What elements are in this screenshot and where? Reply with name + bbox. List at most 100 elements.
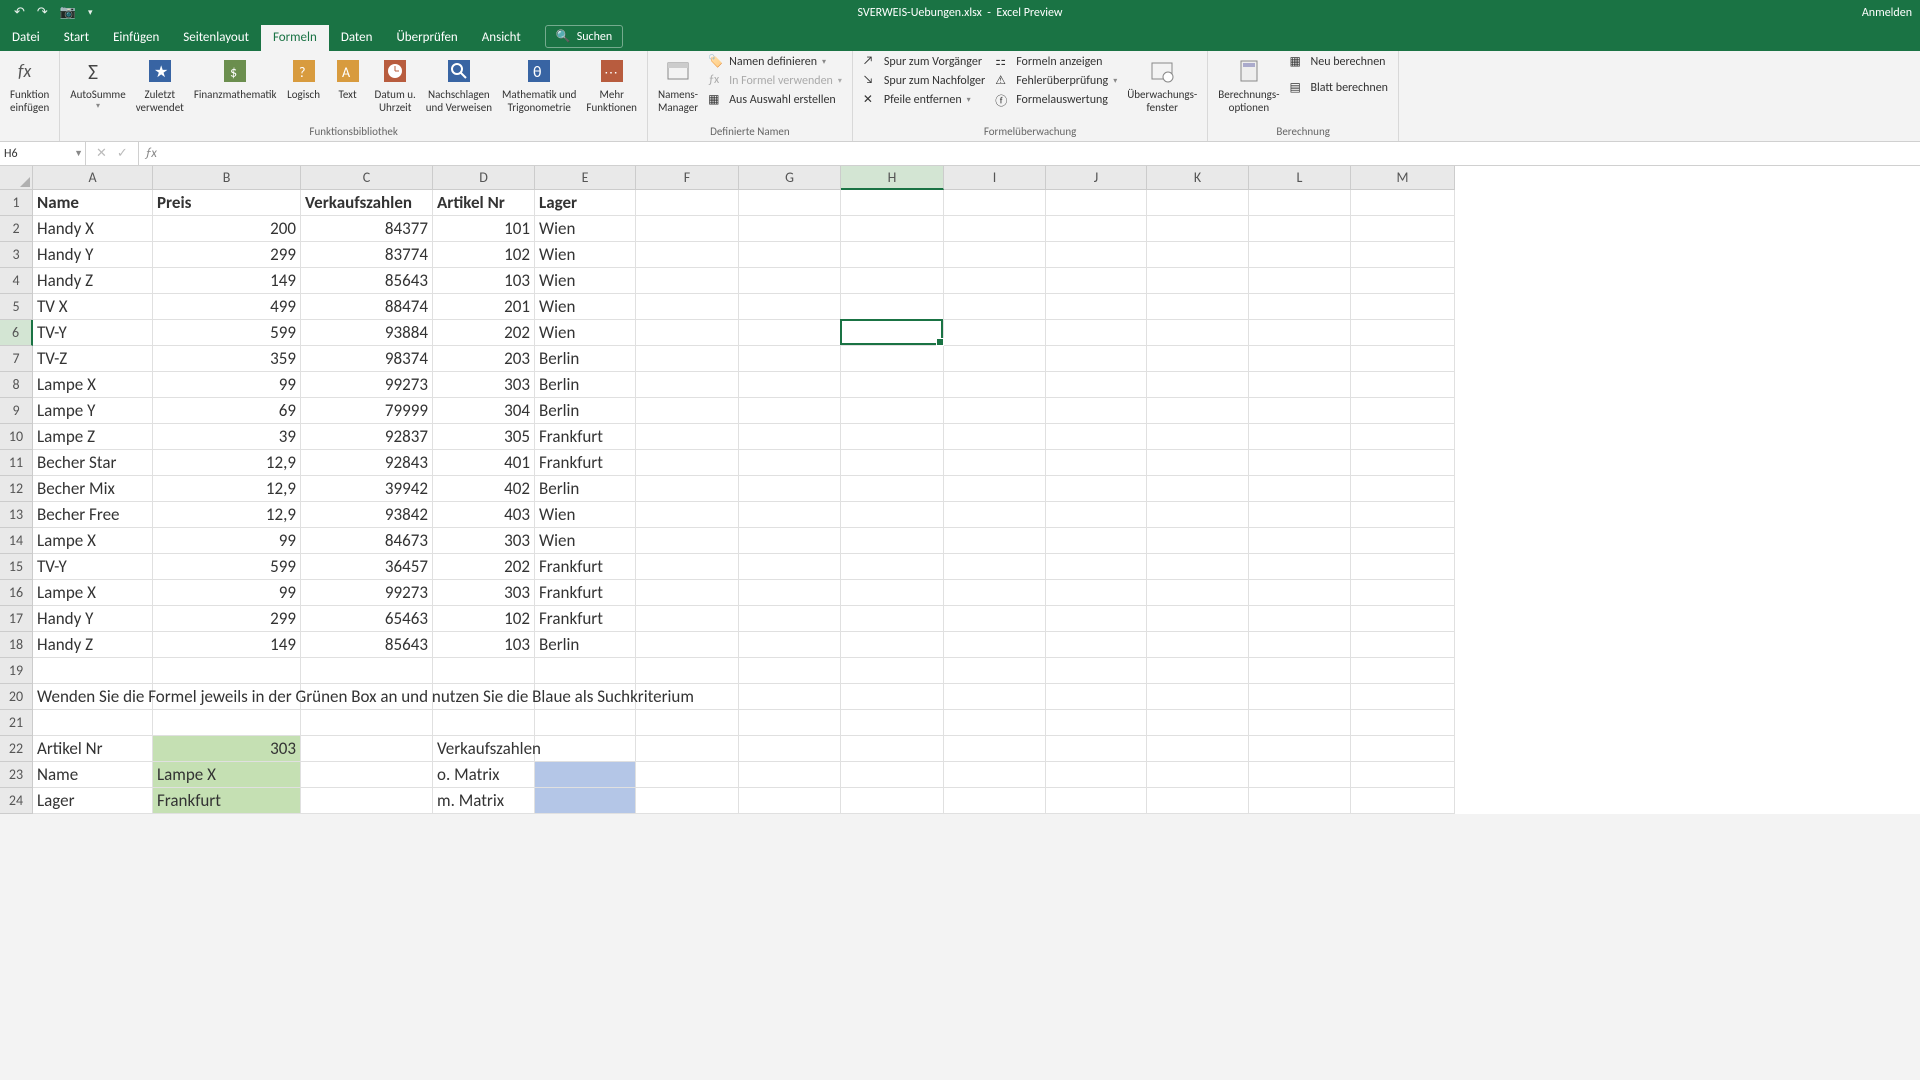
cell[interactable]: 36457 [301, 554, 433, 580]
cell[interactable] [1351, 580, 1455, 606]
autosum-button[interactable]: ΣAutoSumme▾ [66, 53, 129, 113]
cell[interactable] [301, 658, 433, 684]
cell[interactable] [841, 762, 944, 788]
cell[interactable] [944, 736, 1046, 762]
cell[interactable] [739, 502, 841, 528]
cell[interactable] [636, 450, 739, 476]
recent-functions-button[interactable]: ★Zuletzt verwendet [132, 53, 188, 116]
cell[interactable] [1351, 476, 1455, 502]
cell[interactable] [1147, 502, 1249, 528]
cell[interactable] [1046, 632, 1147, 658]
cell[interactable] [1046, 554, 1147, 580]
cell[interactable] [1351, 528, 1455, 554]
cell[interactable] [1046, 528, 1147, 554]
row-header-18[interactable]: 18 [0, 632, 33, 658]
cell[interactable] [1147, 762, 1249, 788]
cell[interactable] [841, 320, 944, 346]
cell[interactable] [1351, 710, 1455, 736]
row-header-15[interactable]: 15 [0, 554, 33, 580]
insert-function-button[interactable]: fx Funktion einfügen [6, 53, 53, 116]
cell[interactable] [1147, 476, 1249, 502]
tab-file[interactable]: Datei [0, 25, 52, 51]
row-header-5[interactable]: 5 [0, 294, 33, 320]
tab-data[interactable]: Daten [329, 25, 385, 51]
row-header-6[interactable]: 6 [0, 320, 33, 346]
cell[interactable] [1351, 554, 1455, 580]
cell[interactable]: TV-Z [33, 346, 153, 372]
cell[interactable] [636, 762, 739, 788]
cell[interactable] [841, 294, 944, 320]
cell[interactable] [636, 606, 739, 632]
cell[interactable] [1351, 268, 1455, 294]
cell[interactable] [944, 424, 1046, 450]
cell[interactable]: Becher Free [33, 502, 153, 528]
cell[interactable]: Verkaufszahlen [433, 736, 535, 762]
cell[interactable] [1147, 788, 1249, 814]
cell[interactable]: 79999 [301, 398, 433, 424]
cell[interactable] [1147, 320, 1249, 346]
cell[interactable]: 99273 [301, 580, 433, 606]
cell[interactable] [1046, 190, 1147, 216]
cell[interactable] [1147, 424, 1249, 450]
cell[interactable] [944, 580, 1046, 606]
cell[interactable] [1147, 398, 1249, 424]
cell[interactable] [1046, 580, 1147, 606]
cell[interactable]: 99 [153, 528, 301, 554]
row-header-20[interactable]: 20 [0, 684, 33, 710]
cell[interactable] [841, 684, 944, 710]
cell[interactable] [841, 372, 944, 398]
cell[interactable]: m. Matrix [433, 788, 535, 814]
cell[interactable]: Handy Y [33, 242, 153, 268]
cell[interactable]: Artikel Nr [433, 190, 535, 216]
cell[interactable] [1147, 528, 1249, 554]
cell[interactable] [1046, 320, 1147, 346]
calc-now-button[interactable]: ▦Neu berechnen [1286, 53, 1392, 71]
column-header-I[interactable]: I [944, 166, 1046, 190]
cell[interactable] [636, 190, 739, 216]
lookup-button[interactable]: Nachschlagen und Verweisen [422, 53, 496, 116]
cell[interactable] [1351, 398, 1455, 424]
cell[interactable] [1249, 788, 1351, 814]
cell[interactable] [944, 658, 1046, 684]
row-header-17[interactable]: 17 [0, 606, 33, 632]
cell[interactable] [1147, 606, 1249, 632]
cell[interactable]: 92843 [301, 450, 433, 476]
cell[interactable] [1249, 528, 1351, 554]
cell[interactable] [1147, 372, 1249, 398]
cell[interactable] [944, 606, 1046, 632]
cell[interactable] [636, 580, 739, 606]
cell[interactable] [1147, 658, 1249, 684]
cell[interactable] [636, 788, 739, 814]
cell[interactable]: Berlin [535, 476, 636, 502]
calc-sheet-button[interactable]: ▤Blatt berechnen [1286, 79, 1392, 97]
cell[interactable] [739, 788, 841, 814]
cell[interactable] [636, 658, 739, 684]
math-trig-button[interactable]: θMathematik und Trigonometrie [498, 53, 580, 116]
cell[interactable] [636, 398, 739, 424]
cell[interactable] [33, 658, 153, 684]
cell[interactable] [1351, 684, 1455, 710]
cell[interactable]: 299 [153, 242, 301, 268]
cell[interactable] [841, 580, 944, 606]
cell[interactable] [636, 476, 739, 502]
cell[interactable] [1147, 580, 1249, 606]
cell[interactable]: Verkaufszahlen [301, 190, 433, 216]
cell[interactable] [739, 424, 841, 450]
cell[interactable]: Lager [535, 190, 636, 216]
cell[interactable] [1147, 684, 1249, 710]
cell[interactable]: 12,9 [153, 476, 301, 502]
cell[interactable] [1351, 242, 1455, 268]
cell[interactable] [944, 320, 1046, 346]
tab-review[interactable]: Überprüfen [384, 25, 469, 51]
more-functions-button[interactable]: ⋯Mehr Funktionen [582, 53, 641, 116]
cell[interactable] [1249, 736, 1351, 762]
cell[interactable] [1249, 242, 1351, 268]
cell[interactable]: Lampe X [33, 372, 153, 398]
row-header-1[interactable]: 1 [0, 190, 33, 216]
row-header-8[interactable]: 8 [0, 372, 33, 398]
trace-precedents-button[interactable]: ↗Spur zum Vorgänger [859, 53, 989, 71]
cell[interactable] [739, 736, 841, 762]
cell[interactable] [739, 762, 841, 788]
row-header-9[interactable]: 9 [0, 398, 33, 424]
column-header-A[interactable]: A [33, 166, 153, 190]
